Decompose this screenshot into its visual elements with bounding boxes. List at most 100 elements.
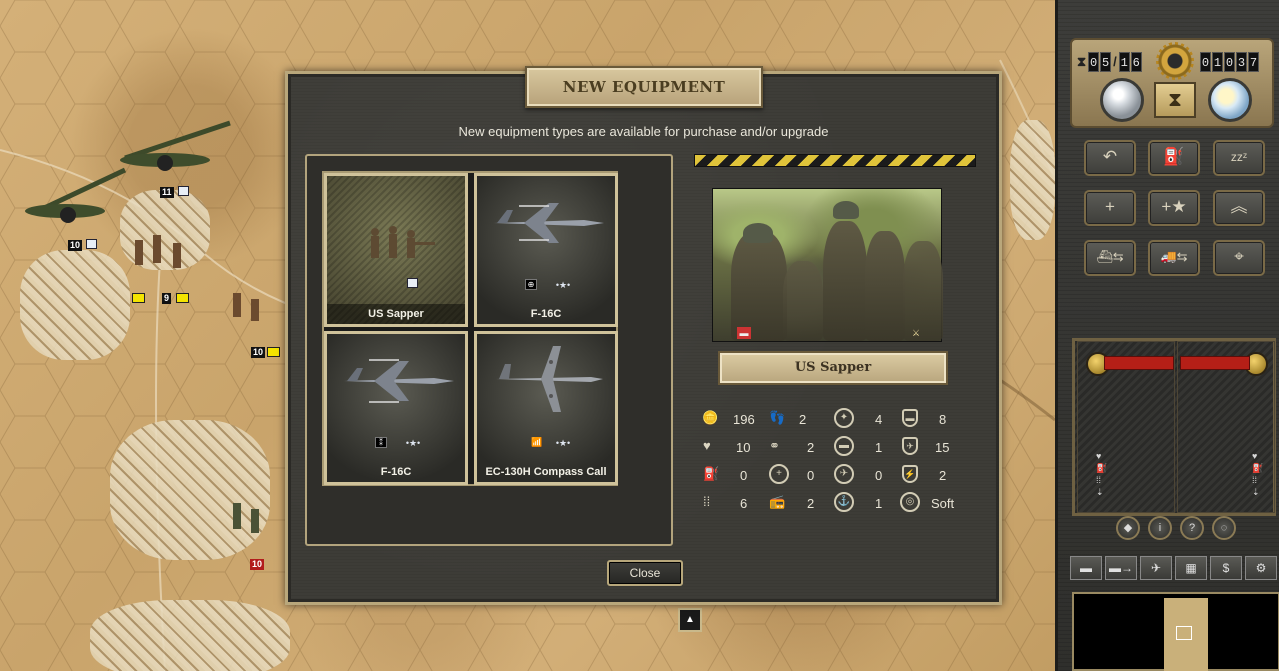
usaf-roundel-icon: •★• [405, 438, 421, 448]
equipment-name: F-16C [380, 466, 412, 478]
help-button[interactable]: ? [1180, 516, 1204, 540]
weather-cloud-icon[interactable] [1100, 78, 1144, 122]
purchase-button[interactable]: $ [1210, 556, 1242, 580]
prestige-counter: 0 1 0 3 7 [1200, 52, 1259, 72]
stat-value: 10 [736, 440, 751, 455]
spotting-binoculars-icon: ⚭ [769, 438, 780, 453]
soldier-figure [865, 231, 905, 341]
stat-value: 0 [807, 468, 815, 483]
fuel-icon: ⛽ [703, 466, 720, 481]
equipment-card-f16c-ground[interactable]: ⁑ •★• F-16C [324, 331, 468, 485]
turn-digit: 6 [1130, 52, 1142, 72]
soldier-figure [823, 221, 867, 341]
equipment-grid: US Sapper ⊕ •★• F-16C ⁑ •★• F-16C 📶 •★• … [322, 171, 618, 486]
strength-heart-icon: ♥ [703, 438, 711, 453]
target-type-icon: ◎ [900, 492, 920, 512]
unit-flag-icon [176, 293, 189, 303]
deploy-button[interactable]: ▬→ [1105, 556, 1137, 580]
stat-icons: ♥ ⛽ ⁞⁞ ⇣ [1252, 451, 1264, 497]
settings-button[interactable]: ⚙ [1245, 556, 1277, 580]
unit-strength-label: 9 [162, 293, 172, 304]
command-sidebar: ⧗ 0 5 / 1 6 0 1 0 3 7 ⧗ ↶ ⛽ zzᶻ + +★ ︽ ⛴… [1055, 0, 1279, 671]
turn-digit: 0 [1088, 52, 1100, 72]
target-unit-button[interactable]: ⌖ [1213, 240, 1265, 276]
usaf-roundel-icon: •★• [555, 280, 571, 290]
mount-transport-button[interactable]: 🚚⇆ [1148, 240, 1200, 276]
prestige-digit: 0 [1200, 52, 1211, 72]
grid-toggle-button[interactable]: ▦ [1175, 556, 1207, 580]
usaf-roundel-icon: •★• [555, 438, 571, 448]
stat-value: 1 [875, 496, 883, 511]
turn-digit: 1 [1118, 52, 1130, 72]
enemy-unit-strength-label: 10 [250, 559, 265, 570]
unit-tag [1180, 356, 1250, 370]
unit-view-button[interactable]: ◆ [1116, 516, 1140, 540]
separator: / [1113, 54, 1117, 69]
soldier-figure [731, 231, 787, 341]
soldier-figure [783, 261, 823, 341]
town [1010, 120, 1055, 240]
unit-class-icon: ▬ [737, 327, 751, 339]
transport-aircraft-icon [496, 346, 603, 412]
us-flag-icon [178, 186, 189, 196]
soldier-figure [903, 241, 943, 341]
town [20, 250, 130, 360]
prestige-digit: 3 [1236, 52, 1247, 72]
helmet [833, 201, 859, 219]
equipment-card-f16c[interactable]: ⊕ •★• F-16C [474, 173, 618, 327]
us-flag-icon [407, 278, 418, 288]
unit-info-left: ♥ ⛽ ⁞⁞ ⇣ [1077, 341, 1175, 513]
air-attack-icon: ✈ [834, 464, 854, 484]
undo-button[interactable]: ↶ [1084, 140, 1136, 176]
unit-tag [1104, 356, 1174, 370]
elite-reinforce-button[interactable]: +★ [1148, 190, 1200, 226]
sleep-button[interactable]: zzᶻ [1213, 140, 1265, 176]
map-unit-badge[interactable]: ▲ [678, 608, 702, 632]
infantry-unit[interactable] [225, 285, 285, 335]
resupply-button[interactable]: ⛽ [1148, 140, 1200, 176]
reinforce-button[interactable]: + [1084, 190, 1136, 226]
close-button[interactable]: Close [607, 560, 683, 586]
unit-photo: ▬ ⚔ [712, 188, 943, 342]
stat-value: 0 [740, 468, 748, 483]
ammo-icon: ⁞⁞ [703, 494, 711, 509]
chat-button[interactable]: ◌ [1212, 516, 1236, 540]
stat-value: 0 [875, 468, 883, 483]
hourglass-small-icon: ⧗ [1077, 54, 1087, 69]
stat-icons: ♥ ⛽ ⁞⁞ ⇣ [1096, 451, 1108, 497]
infantry-unit[interactable] [125, 225, 205, 285]
dialog-subtitle: New equipment types are available for pu… [458, 124, 829, 139]
air-defense-icon: ✈ [902, 437, 918, 455]
unit-flag-icon [267, 347, 280, 357]
unit-flag-icon [132, 293, 145, 303]
soft-attack-icon: ✦ [834, 408, 854, 428]
end-turn-button[interactable]: ⧗ [1154, 82, 1196, 118]
dialog-title: NEW EQUIPMENT [525, 66, 763, 108]
weather-sun-icon[interactable] [1208, 78, 1252, 122]
artillery-unit[interactable] [20, 165, 130, 225]
info-button[interactable]: i [1148, 516, 1172, 540]
fighter-jet-icon [494, 203, 604, 243]
cost-coins-icon: 🪙 [702, 410, 719, 425]
gear-icon[interactable] [1156, 42, 1194, 80]
upgrade-button[interactable]: ︽ [1213, 190, 1265, 226]
infantry-unit[interactable] [225, 495, 275, 545]
equipment-name: F-16C [530, 308, 562, 320]
equipment-card-ec130h[interactable]: 📶 •★• EC-130H Compass Call [474, 331, 618, 485]
radio-icon: 📻 [769, 494, 786, 509]
unit-strength-label: 10 [251, 347, 266, 358]
infantry-squad-icon [371, 226, 435, 258]
stat-value: 8 [939, 412, 947, 427]
embark-naval-button[interactable]: ⛴⇆ [1084, 240, 1136, 276]
unit-list-button[interactable]: ▬ [1070, 556, 1102, 580]
equipment-card-us-sapper[interactable]: US Sapper [324, 173, 468, 327]
helmet [743, 223, 773, 243]
unit-info-right: ♥ ⛽ ⁞⁞ ⇣ [1177, 341, 1275, 513]
minimap[interactable] [1072, 592, 1279, 671]
stat-value: 2 [807, 496, 815, 511]
turn-panel: ⧗ 0 5 / 1 6 0 1 0 3 7 ⧗ [1070, 38, 1274, 128]
us-flag-icon [86, 239, 97, 249]
initiative-icon: ⚡ [902, 465, 918, 483]
minimap-viewport[interactable] [1176, 626, 1192, 640]
air-mission-button[interactable]: ✈ [1140, 556, 1172, 580]
